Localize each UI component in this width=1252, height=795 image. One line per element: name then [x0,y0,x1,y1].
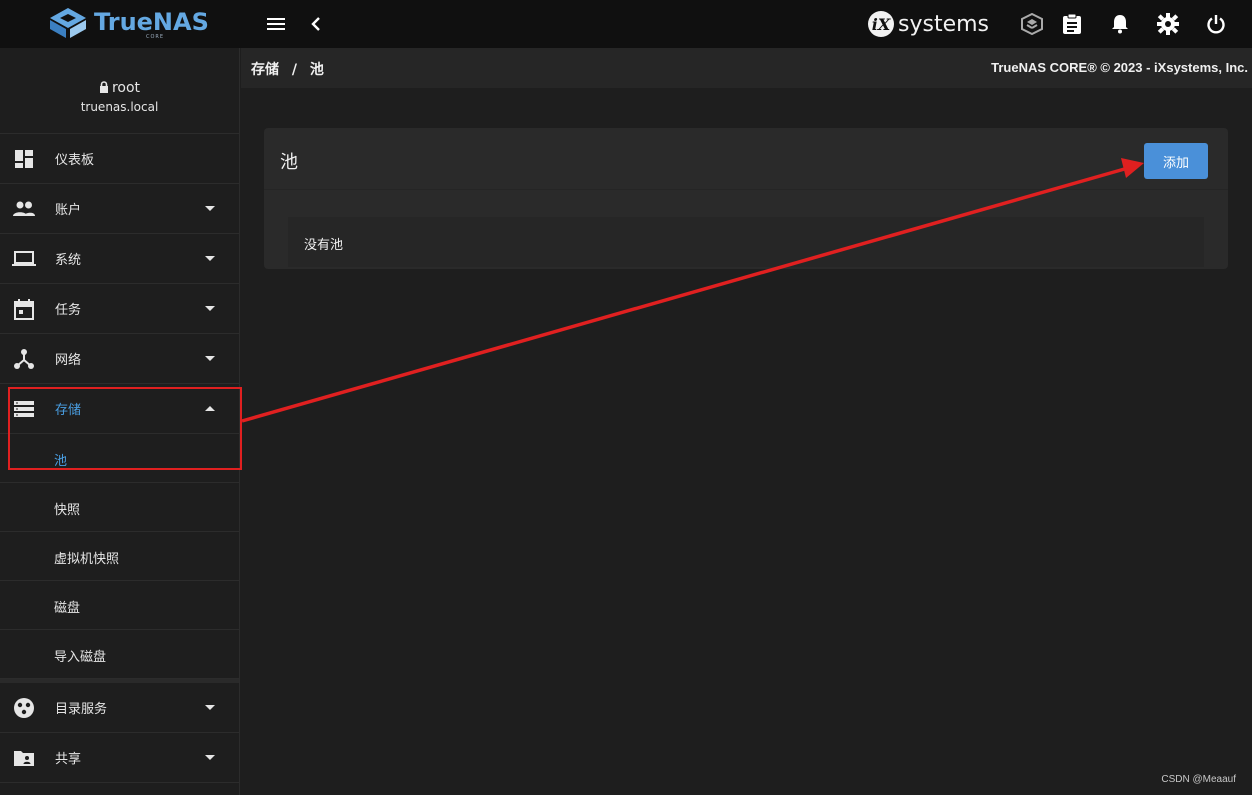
people-icon [12,197,36,221]
network-icon [12,347,36,371]
notifications-button[interactable] [1108,12,1132,36]
collapse-sidebar-button[interactable] [304,12,328,36]
power-icon [1207,15,1225,34]
top-bar: TrueNAS CORE iX systems [0,0,1252,48]
sidebar-subitem-label: 导入磁盘 [54,650,107,665]
sidebar-item-label: 系统 [55,253,82,268]
chevron-down-icon [204,203,216,215]
sidebar-item-label: 任务 [55,303,82,318]
sidebar-item-accounts[interactable]: 账户 [0,184,239,234]
ix-text: systems [898,11,989,37]
chevron-down-icon [204,752,216,764]
chevron-left-icon [311,17,320,31]
sidebar-item-network[interactable]: 网络 [0,334,239,384]
sidebar-item-directory-services[interactable]: 目录服务 [0,683,239,733]
clipboard-icon [1063,13,1081,34]
share-folder-icon [12,746,36,770]
truecommand-button[interactable] [1020,12,1044,36]
logo-subtitle: CORE [146,34,165,40]
storage-icon [12,397,36,421]
menu-toggle-button[interactable] [264,12,288,36]
logo-text: TrueNAS [94,8,209,36]
task-manager-button[interactable] [1060,12,1084,36]
sidebar-subitem-disks[interactable]: 磁盘 [0,581,239,630]
settings-button[interactable] [1156,12,1180,36]
breadcrumb-current: 池 [309,62,324,78]
sidebar-item-system[interactable]: 系统 [0,234,239,284]
sidebar-item-storage[interactable]: 存储 [0,384,239,434]
sidebar-subitem-label: 快照 [54,503,81,518]
power-button[interactable] [1204,12,1228,36]
truenas-logo[interactable]: TrueNAS CORE [48,6,209,42]
sidebar-subitem-import-disk[interactable]: 导入磁盘 [0,630,239,679]
sidebar-subitem-pools[interactable]: 池 [0,434,239,483]
chevron-down-icon [204,303,216,315]
sidebar-item-label: 存储 [55,403,82,418]
empty-state-row: 没有池 [288,217,1204,267]
chevron-down-icon [204,353,216,365]
sidebar-subitem-vm-snapshots[interactable]: 虚拟机快照 [0,532,239,581]
truenas-logo-icon [50,8,86,38]
sidebar: root truenas.local 仪表板 账户 系统 任务 网络 存储 池 … [0,48,242,795]
chevron-down-icon [204,253,216,265]
user-info: root truenas.local [0,48,239,134]
truecommand-icon [1021,13,1043,35]
sidebar-subitem-label: 磁盘 [54,601,81,616]
sidebar-item-label: 账户 [55,203,82,218]
sidebar-subitem-snapshots[interactable]: 快照 [0,483,239,532]
watermark: CSDN @Meaauf [1161,774,1236,785]
host-name: truenas.local [80,100,159,114]
add-pool-button[interactable]: 添加 [1144,143,1208,179]
chevron-up-icon [204,403,216,415]
empty-state-text: 没有池 [304,238,344,253]
user-name: root [111,80,141,96]
pools-card: 池 添加 没有池 [264,128,1228,269]
chevron-down-icon [204,702,216,714]
page-title: 池 [280,152,298,173]
sidebar-item-dashboard[interactable]: 仪表板 [0,134,239,184]
sidebar-item-label: 仪表板 [55,153,95,168]
bell-icon [1112,15,1128,34]
sidebar-subitem-label: 池 [54,454,68,469]
sidebar-item-label: 网络 [55,353,82,368]
ix-mark: iX [868,11,894,37]
sidebar-item-sharing[interactable]: 共享 [0,733,239,783]
hamburger-icon [267,18,285,30]
lock-icon [99,81,108,93]
breadcrumb: 存储 / 池 TrueNAS CORE® © 2023 - iXsystems,… [241,48,1252,88]
copyright-text: TrueNAS CORE® © 2023 - iXsystems, Inc. [991,60,1248,75]
sidebar-subitem-label: 虚拟机快照 [54,552,120,567]
ixsystems-logo[interactable]: iX systems [868,10,989,38]
gear-icon [1157,13,1179,35]
dashboard-icon [12,147,36,171]
directory-icon [12,696,36,720]
card-header: 池 添加 [264,128,1228,190]
sidebar-item-label: 目录服务 [55,702,108,717]
breadcrumb-separator: / [291,62,297,78]
laptop-icon [12,247,36,271]
sidebar-item-tasks[interactable]: 任务 [0,284,239,334]
sidebar-item-label: 共享 [55,752,82,767]
breadcrumb-parent[interactable]: 存储 [251,62,279,78]
calendar-icon [12,297,36,321]
